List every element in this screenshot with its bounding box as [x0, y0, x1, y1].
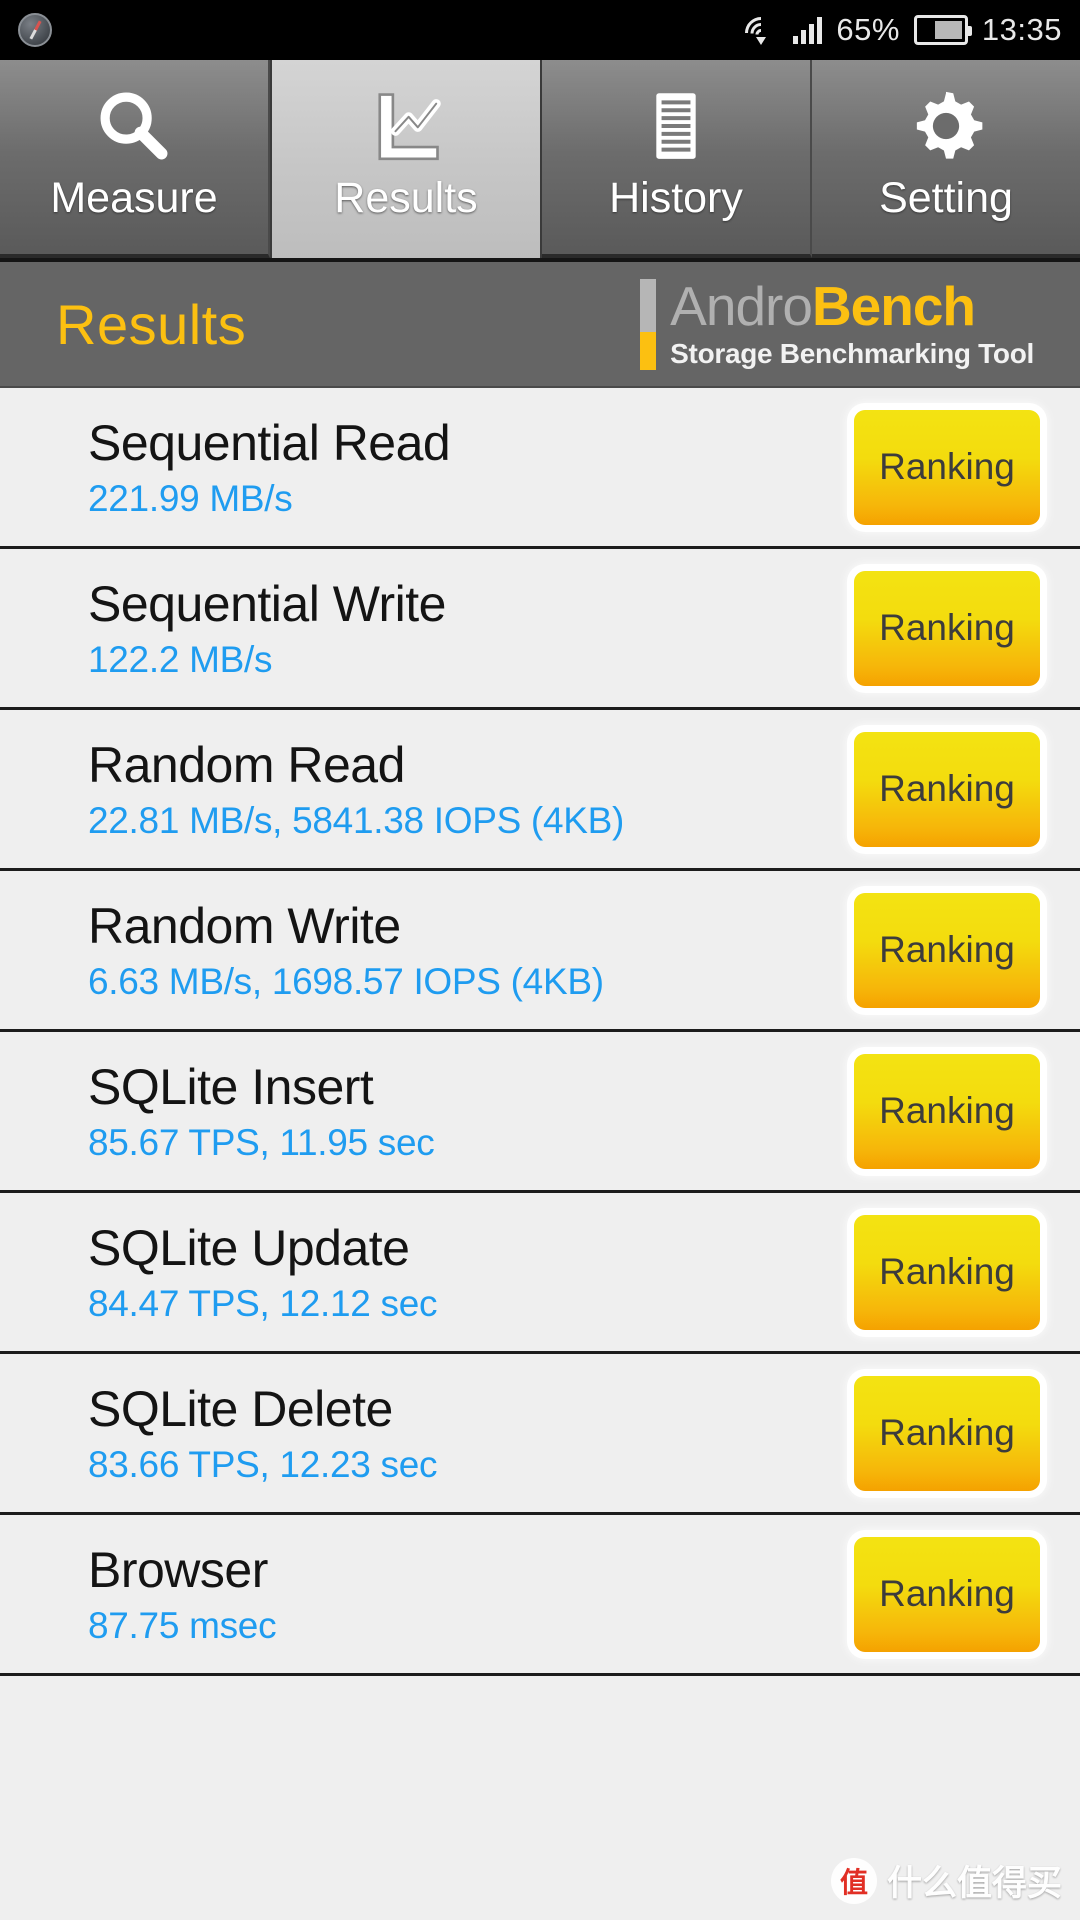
result-row[interactable]: SQLite Insert 85.67 TPS, 11.95 sec Ranking: [0, 1032, 1080, 1193]
watermark-logo: 值: [830, 1857, 877, 1904]
result-row[interactable]: Random Write 6.63 MB/s, 1698.57 IOPS (4KB…: [0, 871, 1080, 1032]
result-title: Random Read: [88, 737, 405, 793]
result-value: 22.81 MB/s, 5841.38 IOPS (4KB): [88, 800, 625, 841]
wifi-icon: [738, 10, 785, 56]
result-title: SQLite Update: [88, 1220, 410, 1276]
document-icon: [634, 82, 718, 170]
result-row[interactable]: Sequential Read 221.99 MB/s Ranking: [0, 388, 1080, 549]
results-list[interactable]: Sequential Read 221.99 MB/s Ranking Sequent…: [0, 388, 1080, 1676]
result-row-text: Random Write 6.63 MB/s, 1698.57 IOPS (4KB…: [88, 897, 604, 1003]
tab-bar: Measure Results History Setting: [0, 60, 1080, 262]
page-title: Results: [56, 292, 247, 356]
cellular-signal-icon: [793, 16, 823, 44]
result-row-text: SQLite Insert 85.67 TPS, 11.95 sec: [88, 1058, 435, 1164]
gear-icon: [904, 82, 988, 170]
logo-text: AndroBench Storage Benchmarking Tool: [670, 278, 1034, 370]
tab-measure-label: Measure: [50, 174, 218, 222]
page-header: Results AndroBench Storage Benchmarking …: [0, 262, 1080, 388]
logo-tagline: Storage Benchmarking Tool: [670, 337, 1034, 369]
clock-label: 13:35: [981, 12, 1062, 47]
result-row[interactable]: Sequential Write 122.2 MB/s Ranking: [0, 549, 1080, 710]
chart-icon: [364, 82, 448, 170]
status-bar: 65% 13:35: [0, 0, 1080, 60]
logo-wordmark: AndroBench: [670, 278, 1034, 334]
result-row[interactable]: Random Read 22.81 MB/s, 5841.38 IOPS (4KB…: [0, 710, 1080, 871]
tab-setting-label: Setting: [879, 174, 1013, 222]
result-value: 6.63 MB/s, 1698.57 IOPS (4KB): [88, 961, 604, 1002]
ranking-button[interactable]: Ranking: [854, 1375, 1040, 1491]
search-icon: [92, 82, 176, 170]
ranking-button[interactable]: Ranking: [854, 1053, 1040, 1169]
tab-measure[interactable]: Measure: [0, 60, 270, 258]
watermark-text: 什么值得买: [886, 1864, 1062, 1903]
result-value: 221.99 MB/s: [88, 478, 293, 519]
logo-prefix: Andro: [670, 274, 813, 337]
androbench-logo: AndroBench Storage Benchmarking Tool: [640, 278, 1052, 370]
status-bar-left: [18, 13, 743, 47]
result-row[interactable]: SQLite Delete 83.66 TPS, 12.23 sec Ranking: [0, 1354, 1080, 1515]
tab-history[interactable]: History: [542, 60, 812, 258]
result-title: Random Write: [88, 898, 401, 954]
compass-icon: [18, 13, 52, 47]
result-title: SQLite Insert: [88, 1059, 374, 1115]
tab-results-label: Results: [334, 174, 478, 222]
ranking-button[interactable]: Ranking: [854, 731, 1040, 847]
ranking-button[interactable]: Ranking: [854, 409, 1040, 525]
battery-icon: [913, 15, 972, 45]
tab-history-label: History: [609, 174, 743, 222]
result-title: Browser: [88, 1542, 268, 1598]
logo-suffix: Bench: [811, 274, 976, 337]
result-row[interactable]: Browser 87.75 msec Ranking: [0, 1515, 1080, 1676]
tab-results[interactable]: Results: [270, 60, 542, 258]
result-title: Sequential Read: [88, 415, 451, 471]
ranking-button[interactable]: Ranking: [854, 1214, 1040, 1330]
result-value: 84.47 TPS, 12.12 sec: [88, 1283, 438, 1324]
ranking-button[interactable]: Ranking: [854, 570, 1040, 686]
ranking-button[interactable]: Ranking: [854, 1536, 1040, 1652]
battery-percent-label: 65%: [836, 12, 900, 47]
status-bar-right: 65% 13:35: [738, 10, 1062, 56]
result-row-text: Sequential Read 221.99 MB/s: [88, 414, 451, 520]
result-row-text: Browser 87.75 msec: [88, 1541, 277, 1647]
result-value: 85.67 TPS, 11.95 sec: [88, 1122, 435, 1163]
result-title: SQLite Delete: [88, 1381, 393, 1437]
result-row-text: Random Read 22.81 MB/s, 5841.38 IOPS (4KB…: [88, 736, 624, 842]
result-value: 122.2 MB/s: [88, 639, 273, 680]
result-row-text: Sequential Write 122.2 MB/s: [88, 575, 446, 681]
result-row-text: SQLite Update 84.47 TPS, 12.12 sec: [88, 1219, 437, 1325]
result-title: Sequential Write: [88, 576, 446, 632]
logo-bar: [640, 278, 657, 370]
result-row-text: SQLite Delete 83.66 TPS, 12.23 sec: [88, 1380, 437, 1486]
result-value: 87.75 msec: [88, 1605, 277, 1646]
result-value: 83.66 TPS, 12.23 sec: [88, 1444, 438, 1485]
tab-setting[interactable]: Setting: [812, 60, 1080, 258]
watermark: 值 什么值得买: [830, 1855, 1062, 1906]
result-row[interactable]: SQLite Update 84.47 TPS, 12.12 sec Ranking: [0, 1193, 1080, 1354]
ranking-button[interactable]: Ranking: [854, 892, 1040, 1008]
